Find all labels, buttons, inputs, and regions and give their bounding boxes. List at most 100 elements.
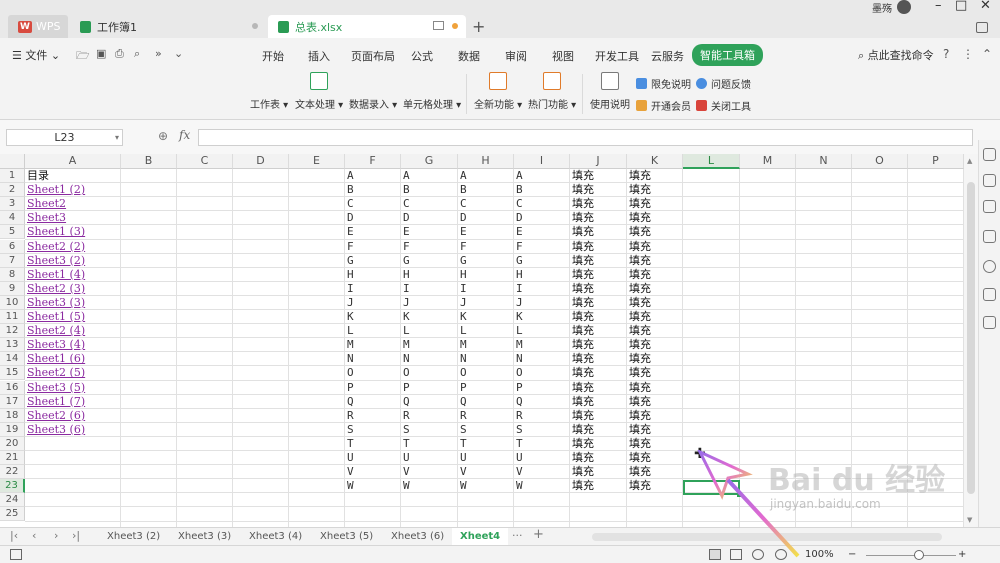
letter-cell[interactable]: J (458, 296, 467, 310)
fill-cell[interactable]: 填充 (627, 169, 651, 183)
layout-icon[interactable] (976, 22, 988, 33)
letter-cell[interactable]: W (401, 479, 410, 493)
row-header-19[interactable]: 19 (0, 422, 25, 437)
hot-feature-button[interactable]: 热门功能 ▾ (528, 72, 576, 111)
filter-icon[interactable] (983, 200, 996, 213)
customize-icon[interactable]: ⌄ (174, 47, 183, 60)
row-header-20[interactable]: 20 (0, 436, 25, 451)
name-box[interactable]: L23 ▾ (6, 129, 123, 146)
letter-cell[interactable]: H (345, 268, 354, 282)
sheet-tab[interactable]: Xheet3 (6) (391, 531, 444, 542)
next-sheet-icon[interactable]: › (54, 529, 58, 542)
letter-cell[interactable]: I (458, 282, 467, 296)
history-icon[interactable] (983, 260, 996, 273)
zoom-level[interactable]: 100% (805, 549, 834, 560)
sheet-hyperlink-cell[interactable]: Sheet3 (2) (25, 254, 85, 268)
toc-header-cell[interactable]: 目录 (25, 169, 49, 183)
row-header-15[interactable]: 15 (0, 366, 25, 381)
fill-cell[interactable]: 填充 (627, 254, 651, 268)
letter-cell[interactable]: P (514, 381, 523, 395)
letter-cell[interactable]: K (514, 310, 523, 324)
row-header-11[interactable]: 11 (0, 310, 25, 325)
fill-cell[interactable]: 填充 (570, 338, 594, 352)
scroll-thumb[interactable] (967, 182, 975, 494)
fill-cell[interactable]: 填充 (570, 268, 594, 282)
letter-cell[interactable]: D (345, 211, 354, 225)
letter-cell[interactable]: V (458, 465, 467, 479)
sheet-hyperlink-cell[interactable]: Sheet1 (6) (25, 352, 85, 366)
sheet-hyperlink-cell[interactable]: Sheet2 (2) (25, 240, 85, 254)
fill-cell[interactable]: 填充 (627, 437, 651, 451)
letter-cell[interactable]: A (401, 169, 410, 183)
fill-cell[interactable]: 填充 (570, 197, 594, 211)
sheet-hyperlink-cell[interactable]: Sheet2 (5) (25, 366, 85, 380)
file-menu[interactable]: ☰ 文件 ⌄ (12, 47, 60, 63)
tab-workbook1[interactable]: 工作簿1 (70, 15, 266, 38)
letter-cell[interactable]: T (345, 437, 354, 451)
letter-cell[interactable]: N (458, 352, 467, 366)
formula-input[interactable] (198, 129, 973, 146)
vertical-scrollbar[interactable]: ▲ ▼ (964, 154, 978, 527)
letter-cell[interactable]: E (458, 225, 467, 239)
row-header-1[interactable]: 1 (0, 169, 25, 184)
fill-cell[interactable]: 填充 (570, 366, 594, 380)
feedback-button[interactable]: 问题反馈 (696, 76, 751, 91)
letter-cell[interactable]: J (401, 296, 410, 310)
letter-cell[interactable]: U (458, 451, 467, 465)
row-header-8[interactable]: 8 (0, 267, 25, 282)
column-header-i[interactable]: I (514, 154, 570, 169)
letter-cell[interactable]: S (401, 423, 410, 437)
magnifier-icon[interactable]: ⊕ (158, 129, 168, 143)
column-header-c[interactable]: C (177, 154, 233, 169)
letter-cell[interactable]: A (458, 169, 467, 183)
letter-cell[interactable]: C (345, 197, 354, 211)
fill-cell[interactable]: 填充 (627, 479, 651, 493)
letter-cell[interactable]: H (401, 268, 410, 282)
letter-cell[interactable]: U (401, 451, 410, 465)
fill-cell[interactable]: 填充 (627, 451, 651, 465)
row-header-16[interactable]: 16 (0, 380, 25, 395)
fill-cell[interactable]: 填充 (627, 324, 651, 338)
letter-cell[interactable]: U (514, 451, 523, 465)
row-header-17[interactable]: 17 (0, 394, 25, 409)
sheet-hyperlink-cell[interactable]: Sheet1 (4) (25, 268, 85, 282)
letter-cell[interactable]: Q (458, 395, 467, 409)
letter-cell[interactable]: T (458, 437, 467, 451)
letter-cell[interactable]: R (514, 409, 523, 423)
letter-cell[interactable]: D (458, 211, 467, 225)
fill-cell[interactable]: 填充 (627, 183, 651, 197)
more-options-icon[interactable]: ⋮ (962, 47, 974, 61)
fill-cell[interactable]: 填充 (627, 211, 651, 225)
sheet-tab[interactable]: Xheet3 (2) (107, 531, 160, 542)
sheet-hyperlink-cell[interactable]: Sheet3 (3) (25, 296, 85, 310)
row-header-13[interactable]: 13 (0, 338, 25, 353)
sheet-hyperlink-cell[interactable]: Sheet3 (25, 211, 66, 225)
help-icon[interactable]: ? (943, 47, 949, 61)
user-name[interactable]: 墨殇 (872, 0, 892, 15)
letter-cell[interactable]: W (514, 479, 523, 493)
row-header-3[interactable]: 3 (0, 197, 25, 212)
sheet-hyperlink-cell[interactable]: Sheet3 (6) (25, 423, 85, 437)
letter-cell[interactable]: B (345, 183, 354, 197)
open-folder-icon[interactable]: 🗁 (76, 47, 90, 66)
letter-cell[interactable]: K (458, 310, 467, 324)
letter-cell[interactable]: F (401, 240, 410, 254)
row-header-21[interactable]: 21 (0, 451, 25, 466)
letter-cell[interactable]: C (514, 197, 523, 211)
row-header-23[interactable]: 23 (0, 479, 25, 494)
letter-cell[interactable]: O (345, 366, 354, 380)
row-header-5[interactable]: 5 (0, 225, 25, 240)
letter-cell[interactable]: M (345, 338, 354, 352)
sheet-hyperlink-cell[interactable]: Sheet2 (4) (25, 324, 85, 338)
letter-cell[interactable]: C (458, 197, 467, 211)
row-header-4[interactable]: 4 (0, 211, 25, 226)
letter-cell[interactable]: L (345, 324, 354, 338)
print-preview-icon[interactable]: ⌕ (134, 47, 140, 61)
letter-cell[interactable]: G (458, 254, 467, 268)
text-process-button[interactable]: 文本处理 ▾ (295, 72, 343, 111)
letter-cell[interactable]: P (458, 381, 467, 395)
letter-cell[interactable]: Q (514, 395, 523, 409)
command-search[interactable]: ⌕ 点此查找命令 (858, 47, 934, 63)
sheet-hyperlink-cell[interactable]: Sheet3 (4) (25, 338, 85, 352)
macro-icon[interactable] (10, 549, 22, 560)
